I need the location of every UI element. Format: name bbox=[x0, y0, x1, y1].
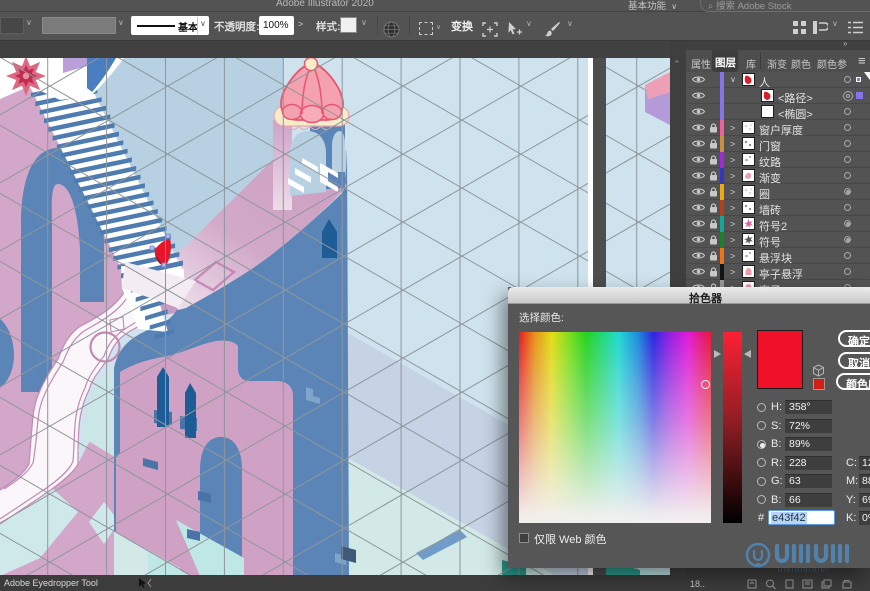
svg-text:U I U I U I U I U I U I: U I U I U I U I U I U I bbox=[778, 568, 828, 574]
